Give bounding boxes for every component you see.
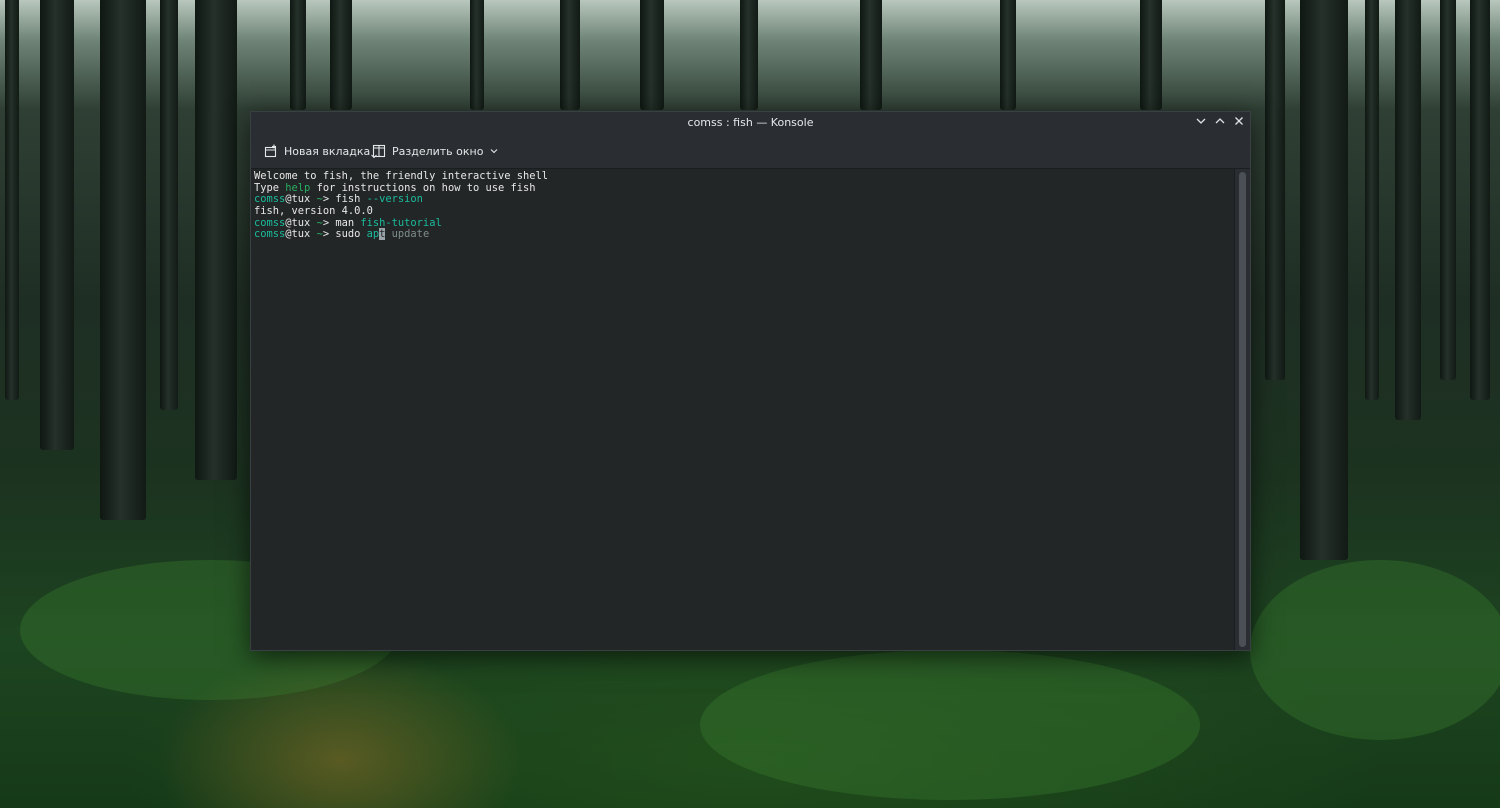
- scrollbar-thumb[interactable]: [1239, 172, 1246, 647]
- terminal-text: comss: [254, 193, 286, 206]
- tree-trunk: [1265, 0, 1285, 380]
- split-view-label: Разделить окно: [392, 144, 484, 158]
- new-tab-label: Новая вкладка: [284, 144, 371, 158]
- tree-trunk: [290, 0, 306, 110]
- new-tab-button[interactable]: Новая вкладка: [264, 142, 378, 160]
- terminal-text: @tux: [285, 193, 317, 206]
- terminal-output[interactable]: Welcome to fish, the friendly interactiv…: [251, 169, 1236, 650]
- terminal-text: > sudo: [322, 228, 367, 241]
- konsole-window[interactable]: comss : fish — Konsole Новая вкладка Раз…: [250, 111, 1251, 651]
- tree-trunk: [1140, 0, 1162, 110]
- terminal-text: > fish: [322, 193, 367, 206]
- tree-trunk: [560, 0, 580, 110]
- terminal-text: fish, version 4.0.0: [254, 205, 373, 218]
- terminal-text: update: [385, 228, 430, 241]
- terminal-text: Type: [254, 181, 286, 194]
- tree-trunk: [1000, 0, 1016, 110]
- window-title: comss : fish — Konsole: [687, 116, 814, 129]
- tree-trunk: [160, 0, 178, 410]
- terminal-text: ap: [366, 228, 380, 241]
- new-tab-icon: [264, 144, 277, 158]
- window-titlebar[interactable]: comss : fish — Konsole: [251, 112, 1250, 134]
- tree-trunk: [40, 0, 74, 450]
- chevron-down-icon[interactable]: [489, 146, 499, 156]
- maximize-icon[interactable]: [1212, 115, 1228, 131]
- tree-trunk: [1440, 0, 1456, 380]
- terminal-text: > man: [322, 216, 361, 229]
- tree-trunk: [1395, 0, 1421, 420]
- terminal-text: @tux: [285, 216, 317, 229]
- konsole-toolbar: Новая вкладка Разделить окно: [251, 134, 1250, 169]
- tree-trunk: [100, 0, 146, 520]
- terminal-text: help: [285, 181, 311, 194]
- terminal-text: comss: [254, 228, 286, 241]
- moss-patch: [1250, 560, 1500, 740]
- tree-trunk: [330, 0, 352, 110]
- terminal-text: --version: [366, 193, 423, 206]
- terminal-text: fish-tutorial: [360, 216, 442, 229]
- terminal-line: comss@tux ~> fish --version: [254, 194, 1236, 206]
- split-view-icon: [372, 144, 386, 158]
- tree-trunk: [640, 0, 664, 110]
- tree-trunk: [5, 0, 19, 400]
- close-icon[interactable]: [1231, 115, 1247, 131]
- terminal-text: @tux: [285, 228, 317, 241]
- tree-trunk: [860, 0, 882, 110]
- tree-trunk: [1300, 0, 1348, 560]
- tree-trunk: [740, 0, 758, 110]
- moss-patch: [700, 650, 1200, 800]
- tree-trunk: [195, 0, 237, 480]
- split-view-button[interactable]: Разделить окно: [372, 142, 499, 160]
- tree-trunk: [1470, 0, 1490, 400]
- tree-trunk: [1365, 0, 1379, 400]
- terminal-text: comss: [254, 216, 286, 229]
- terminal-text: Welcome to fish, the friendly interactiv…: [254, 170, 549, 182]
- terminal-scrollbar[interactable]: [1234, 169, 1250, 650]
- terminal-line: comss@tux ~> sudo apt update: [254, 228, 1236, 241]
- terminal-text: for instructions on how to use fish: [310, 181, 536, 194]
- minimize-icon[interactable]: [1193, 115, 1209, 131]
- tree-trunk: [470, 0, 484, 110]
